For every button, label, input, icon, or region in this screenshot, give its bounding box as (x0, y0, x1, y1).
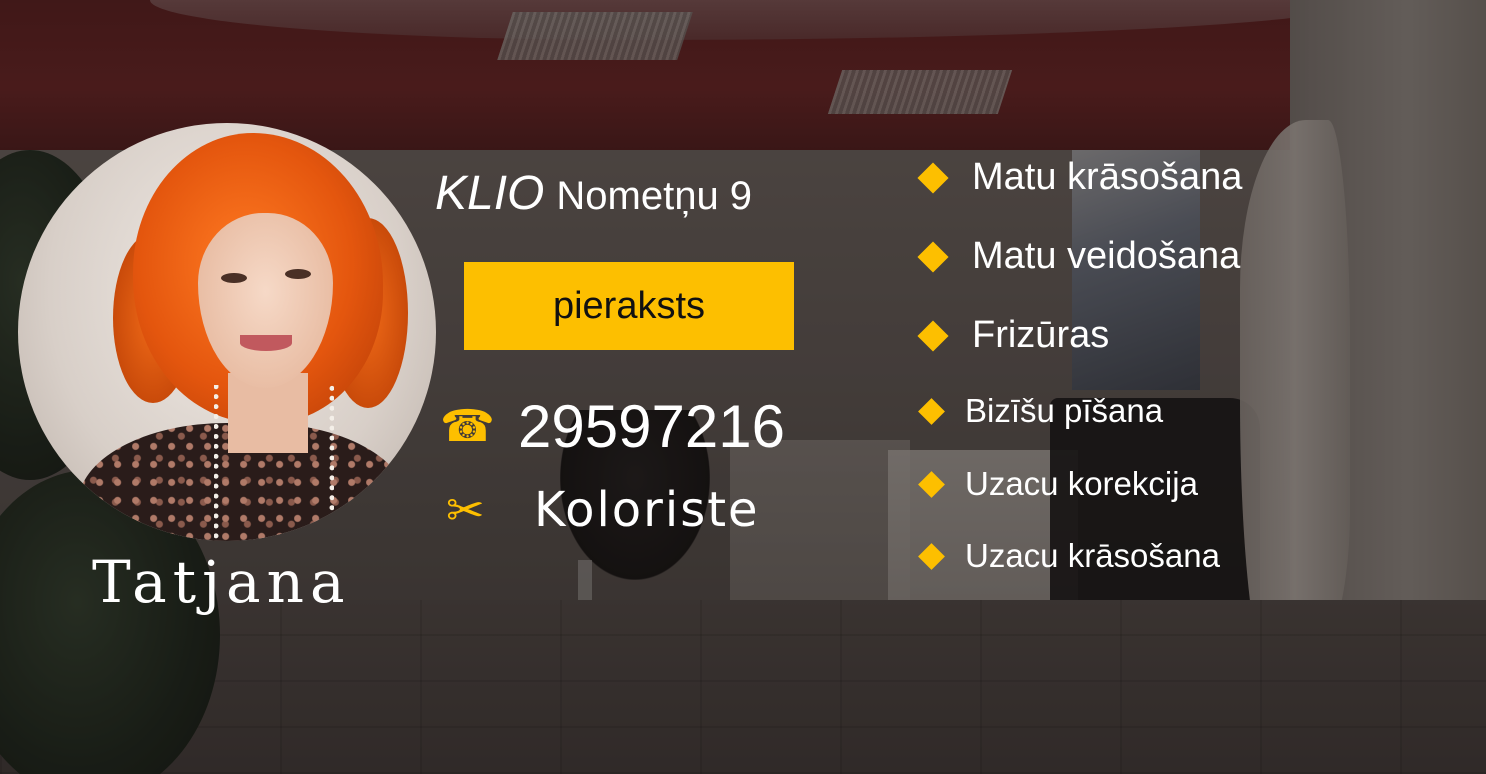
booking-button[interactable]: pieraksts (464, 262, 794, 350)
diamond-icon (918, 542, 945, 570)
service-label: Uzacu krāsošana (965, 537, 1220, 574)
service-item: Matu veidošana (916, 235, 1240, 278)
scissors-icon: ✂ (446, 483, 485, 537)
service-label: Bizīšu pīšana (965, 392, 1164, 429)
salon-location: KLIO Nometņu 9 (435, 166, 752, 221)
service-item: Bizīšu pīšana (916, 392, 1163, 430)
service-item: Uzacu korekcija (916, 465, 1198, 503)
diamond-icon (918, 397, 945, 425)
diamond-icon (917, 319, 949, 352)
service-label: Uzacu korekcija (965, 465, 1198, 502)
phone-number[interactable]: 29597216 (518, 392, 785, 461)
photo-pearls (214, 385, 334, 541)
salon-name: KLIO (435, 167, 545, 220)
profile-photo (18, 123, 436, 541)
role-row: ✂ Koloriste (446, 482, 760, 538)
salon-address: Nometņu 9 (556, 174, 753, 218)
service-label: Frizūras (972, 314, 1110, 356)
diamond-icon (918, 470, 945, 498)
photo-mouth (240, 335, 292, 351)
service-item: Uzacu krāsošana (916, 537, 1220, 575)
service-label: Matu veidošana (972, 235, 1241, 277)
photo-eye (221, 273, 247, 283)
photo-eye (285, 269, 311, 279)
phone-row: ☎ 29597216 (440, 392, 785, 461)
service-label: Matu krāsošana (972, 156, 1243, 198)
profile-role: Koloriste (534, 482, 760, 538)
service-item: Matu krāsošana (916, 156, 1242, 199)
diamond-icon (917, 161, 949, 194)
service-item: Frizūras (916, 314, 1109, 357)
profile-name: Tatjana (92, 548, 351, 616)
telephone-icon: ☎ (440, 400, 495, 452)
diamond-icon (917, 240, 949, 273)
